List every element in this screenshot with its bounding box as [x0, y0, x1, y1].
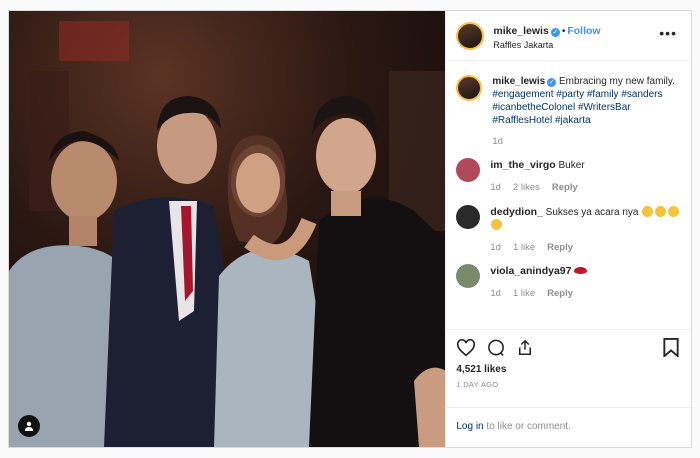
caption-avatar[interactable]	[456, 75, 483, 101]
emoji-icon	[668, 205, 680, 217]
caption-text: Embracing my new family.	[558, 76, 675, 87]
comment-age: 1d	[490, 241, 501, 253]
user-tag-icon[interactable]	[18, 415, 40, 437]
likes-count[interactable]: 4,521 likes	[456, 364, 681, 375]
reply-button[interactable]: Reply	[547, 288, 573, 299]
commenter-avatar[interactable]	[456, 204, 481, 229]
comment-item: dedydion_ Sukses ya acara nya 1d 1 like Re…	[456, 204, 681, 255]
comment-username[interactable]: im_the_virgo	[490, 159, 555, 171]
login-link[interactable]: Log in	[456, 421, 483, 432]
bookmark-icon[interactable]	[663, 338, 679, 357]
emoji-icon	[491, 219, 503, 231]
verified-badge-icon: ✓	[547, 78, 557, 87]
author-avatar[interactable]	[456, 21, 485, 50]
commenter-avatar[interactable]	[456, 158, 481, 183]
comment-meta: 1d 1 like Reply	[490, 288, 681, 301]
comment-item: viola_anindya97 1d 1 like Reply	[456, 264, 681, 300]
caption-age: 1d	[492, 136, 503, 147]
post-location[interactable]: Raffles Jakarta	[493, 40, 600, 50]
verified-badge-icon: ✓	[550, 28, 560, 38]
caption-meta: 1d	[492, 136, 681, 148]
author-username[interactable]: mike_lewis	[493, 25, 548, 37]
comment-text: Sukses ya acara nya	[545, 206, 639, 218]
separator-dot: •	[561, 26, 566, 38]
comment-meta: 1d 2 likes Reply	[490, 182, 681, 195]
caption-username[interactable]: mike_lewis	[492, 76, 545, 87]
lips-emoji-icon	[574, 267, 588, 275]
post-header: mike_lewis ✓ • Follow Raffles Jakarta •••	[446, 11, 691, 61]
instagram-post: mike_lewis ✓ • Follow Raffles Jakarta ••• m…	[8, 10, 692, 448]
comment-age: 1d	[490, 181, 501, 193]
party-photo-illustration	[9, 11, 446, 447]
reply-button[interactable]: Reply	[547, 242, 573, 253]
comment-likes[interactable]: 2 likes	[513, 182, 540, 193]
post-timestamp[interactable]: 1 DAY AGO	[456, 380, 681, 389]
comment-likes[interactable]: 1 like	[513, 288, 535, 299]
post-sidebar: mike_lewis ✓ • Follow Raffles Jakarta ••• m…	[445, 11, 691, 447]
follow-button[interactable]: Follow	[567, 25, 600, 37]
heart-icon[interactable]	[456, 338, 476, 357]
comment-username[interactable]: viola_anindya97	[490, 265, 571, 277]
comment-username[interactable]: dedydion_	[490, 206, 543, 218]
share-icon[interactable]	[516, 338, 534, 357]
comment-meta: 1d 1 like Reply	[490, 242, 681, 255]
post-photo[interactable]	[9, 11, 446, 447]
emoji-icon	[642, 205, 654, 217]
caption-hashtags[interactable]: #engagement #party #family #sanders #ica…	[492, 88, 681, 127]
login-prompt: Log in to like or comment.	[446, 407, 691, 447]
comment-bubble-icon[interactable]	[486, 338, 506, 357]
commenter-avatar[interactable]	[456, 264, 481, 289]
caption: mike_lewis ✓ Embracing my new family. #en…	[456, 75, 681, 148]
comment-text: Buker	[558, 160, 585, 172]
post-actions: 4,521 likes 1 DAY AGO	[446, 329, 691, 407]
comments-list[interactable]: mike_lewis ✓ Embracing my new family. #en…	[446, 61, 691, 329]
more-options-icon[interactable]: •••	[659, 26, 677, 40]
comment-age: 1d	[490, 287, 501, 299]
comment-item: im_the_virgo Buker 1d 2 likes Reply	[456, 158, 681, 194]
emoji-icon	[655, 205, 667, 217]
comment-likes[interactable]: 1 like	[513, 242, 535, 253]
login-rest-text: to like or comment.	[483, 421, 571, 432]
reply-button[interactable]: Reply	[552, 182, 578, 193]
